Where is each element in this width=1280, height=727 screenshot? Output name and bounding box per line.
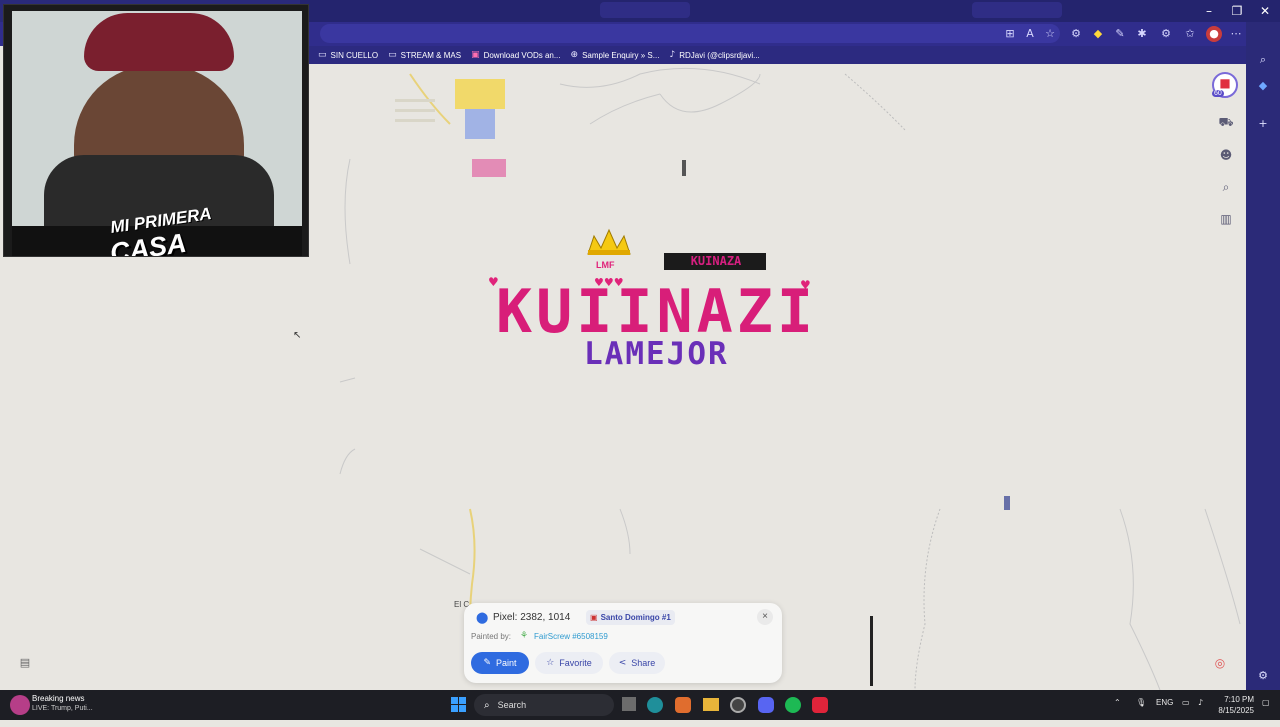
clock-date[interactable]: 8/15/2025: [1216, 706, 1254, 715]
extension-icon[interactable]: ⚙: [1068, 26, 1084, 42]
search-placeholder: Search: [497, 700, 527, 710]
webcam-overlay: MI PRIMERA CASA: [3, 4, 309, 257]
shopping-tag-icon[interactable]: ◆: [1250, 75, 1276, 97]
network-icon[interactable]: ▭: [1182, 698, 1190, 707]
add-icon[interactable]: +: [1250, 113, 1276, 135]
bookmark-sin-cuello[interactable]: ▭ SIN CUELLO: [318, 50, 378, 60]
taskbar-search-box[interactable]: ⌕ Search: [474, 694, 614, 716]
store-cart-icon[interactable]: ⛟: [1214, 111, 1238, 133]
counter-badge: 60: [1212, 90, 1224, 97]
share-icon: <: [618, 658, 627, 668]
art-badge: KUINAZA: [690, 254, 742, 268]
settings-gear-icon[interactable]: ⚙: [1158, 26, 1174, 42]
search-map-icon[interactable]: ⌕: [1214, 176, 1238, 198]
location-pin-icon: ⬤: [476, 611, 489, 624]
extension-diamond-icon[interactable]: ◆: [1090, 26, 1106, 42]
minimize-icon[interactable]: –: [1196, 2, 1222, 20]
copilot-app-icon[interactable]: [675, 697, 691, 713]
bookmark-stream[interactable]: ▭ STREAM & MAS: [388, 50, 461, 60]
folder-icon: ▭: [318, 50, 327, 60]
art-sub-text: LAMEJOR: [584, 336, 729, 372]
mouse-cursor-icon: ↖: [293, 330, 302, 341]
star-icon[interactable]: ☆: [1042, 26, 1058, 42]
page-icon: ▣: [471, 50, 480, 60]
tab-strip: [300, 0, 1280, 22]
windows-taskbar: [0, 690, 1280, 720]
volume-icon[interactable]: ♪: [1198, 698, 1203, 707]
microphone-icon[interactable]: 🎙: [1136, 698, 1146, 707]
browser-tab[interactable]: [600, 2, 690, 18]
windows-start-icon[interactable]: [451, 697, 467, 713]
spotify-icon[interactable]: [785, 697, 801, 713]
browser-tab[interactable]: [972, 2, 1062, 18]
pixel-coordinates: Pixel: 2382, 1014: [493, 612, 571, 623]
file-explorer-icon[interactable]: [703, 698, 719, 711]
apps-icon[interactable]: ⊞: [1002, 26, 1018, 42]
close-popup-button[interactable]: ×: [757, 609, 773, 625]
profile-avatar-icon[interactable]: ●: [1206, 26, 1222, 42]
language-indicator[interactable]: ENG: [1156, 698, 1173, 707]
close-window-icon[interactable]: ✕: [1252, 2, 1278, 20]
read-aloud-icon[interactable]: A: [1022, 26, 1038, 42]
crown-art: [587, 228, 631, 255]
edge-browser-icon[interactable]: [647, 697, 663, 713]
paint-button[interactable]: ✎ Paint: [471, 652, 529, 674]
painted-by-label: Painted by:: [471, 632, 512, 641]
alliance-icon[interactable]: ☻: [1214, 144, 1238, 166]
tiktok-icon: ♪: [669, 50, 676, 60]
puzzle-icon[interactable]: ✱: [1134, 26, 1150, 42]
notifications-icon[interactable]: ▢: [1262, 698, 1270, 707]
tray-chevron-icon[interactable]: ⌃: [1114, 698, 1121, 707]
address-bar[interactable]: [320, 24, 1060, 43]
search-icon: ⌕: [484, 699, 490, 711]
news-subtitle[interactable]: LIVE: Trump, Puti...: [32, 705, 93, 727]
art-crown-label: LMF: [596, 260, 615, 270]
search-icon[interactable]: ⌕: [1250, 49, 1276, 71]
favorites-icon[interactable]: ✩: [1182, 26, 1198, 42]
clock-time[interactable]: 7:10 PM: [1222, 695, 1254, 704]
favorite-button[interactable]: ☆ Favorite: [535, 652, 603, 674]
bookmark-download-vods[interactable]: ▣ Download VODs an...: [471, 50, 560, 60]
region-name: Santo Domingo #1: [600, 613, 671, 622]
bookmark-sample-enquiry[interactable]: ⊕ Sample Enquiry » S...: [571, 50, 660, 60]
folder-icon: ▭: [388, 50, 397, 60]
opera-icon[interactable]: [812, 697, 828, 713]
pixel-info-panel: ⬤ Pixel: 2382, 1014 ▣ Santo Domingo #1 ×…: [464, 603, 782, 683]
task-view-icon[interactable]: [622, 697, 636, 711]
globe-icon: ⊕: [570, 50, 579, 60]
dominican-flag-icon: ▣: [590, 613, 598, 622]
obs-icon[interactable]: [730, 697, 746, 713]
bookmarks-bar: ▭ SIN CUELLO ▭ STREAM & MAS ▣ Download VODs…: [300, 46, 1246, 64]
user-avatar[interactable]: ■ 60: [1212, 72, 1238, 98]
bookmark-rdjavi[interactable]: ♪ RDJavi (@clipsrdjavi...: [669, 50, 759, 60]
maximize-icon[interactable]: ❐: [1224, 2, 1250, 20]
painter-name[interactable]: FairScrew #6508159: [534, 632, 608, 641]
star-outline-icon: ☆: [546, 658, 555, 668]
share-button[interactable]: < Share: [609, 652, 665, 674]
news-widget-icon[interactable]: [10, 695, 30, 715]
painter-avatar-icon: ⚘: [520, 631, 529, 641]
region-badge[interactable]: ▣ Santo Domingo #1: [586, 610, 675, 625]
locate-icon[interactable]: ◎: [1212, 656, 1228, 672]
sidebar-settings-icon[interactable]: ⚙: [1250, 665, 1276, 687]
pen-icon[interactable]: ✎: [1112, 26, 1128, 42]
leaderboard-icon[interactable]: ▥: [1214, 208, 1238, 230]
layers-icon[interactable]: ▤: [18, 656, 32, 670]
ny-cap: [84, 13, 234, 71]
pencil-icon: ✎: [483, 658, 492, 668]
more-menu-icon[interactable]: ⋯: [1228, 26, 1244, 42]
discord-icon[interactable]: [758, 697, 774, 713]
